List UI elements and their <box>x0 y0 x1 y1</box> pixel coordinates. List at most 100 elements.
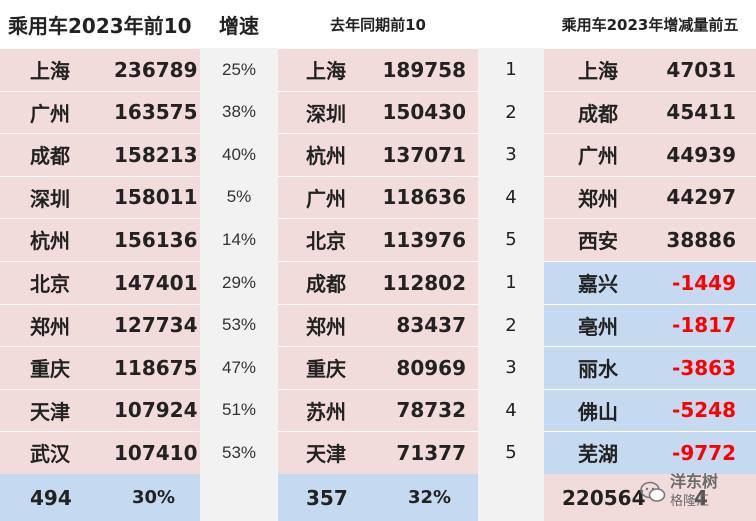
left-value: 156136 <box>114 227 198 252</box>
growth-cell: 40% <box>200 133 278 176</box>
left-row: 武汉 107410 <box>0 431 200 474</box>
mid-row: 深圳 150430 <box>278 91 478 133</box>
rank-value: 2 <box>505 101 517 123</box>
header-col3-text: 去年同期前10 <box>330 15 426 34</box>
right-value: -9772 <box>672 440 736 465</box>
mid-row: 广州 118636 <box>278 176 478 218</box>
left-row: 广州 163575 <box>0 91 200 133</box>
right-value: 47031 <box>666 57 736 82</box>
growth-value: 40% <box>221 144 257 164</box>
rank-cell: 5 <box>478 218 544 261</box>
rank-value: 5 <box>505 442 517 463</box>
mid-value: 113976 <box>382 227 467 252</box>
row-divider <box>544 304 756 305</box>
left-row: 深圳 158011 <box>0 176 200 218</box>
growth-value: 53% <box>221 315 257 334</box>
totals-mid: 357 32% <box>278 474 478 521</box>
growth-value: 25% <box>221 59 257 79</box>
watermark-line1: 洋东树 <box>670 472 719 491</box>
rank-value: 5 <box>505 229 517 250</box>
left-value: 163575 <box>114 100 198 124</box>
left-row: 杭州 156136 <box>0 218 200 261</box>
rank-cell: 5 <box>478 431 544 474</box>
right-value: 44297 <box>666 185 736 209</box>
wechat-icon <box>640 481 666 502</box>
rank-value: 1 <box>505 272 517 293</box>
left-city: 武汉 <box>30 442 70 466</box>
row-divider <box>544 176 756 177</box>
right-city: 嘉兴 <box>578 272 618 296</box>
rank-cell: 1 <box>478 48 544 91</box>
growth-cell: 38% <box>200 91 278 133</box>
right-city: 上海 <box>578 59 618 83</box>
growth-cell: 47% <box>200 346 278 389</box>
rank-cell: 3 <box>478 346 544 389</box>
spreadsheet: 乘用车2023年前10 增速 去年同期前10 乘用车2023年增减量前五 上海 … <box>0 0 756 521</box>
header-col1: 乘用车2023年前10 <box>0 0 200 48</box>
growth-value: 14% <box>221 229 257 249</box>
right-city: 丽水 <box>578 357 618 381</box>
right-row: 上海 47031 <box>544 48 756 91</box>
left-value: 236789 <box>114 57 198 82</box>
right-value: -5248 <box>672 398 736 422</box>
totals-growth-empty <box>200 474 278 521</box>
totals-rank-empty <box>478 474 544 521</box>
right-value: -1817 <box>672 313 736 337</box>
growth-cell: 14% <box>200 218 278 261</box>
mid-city: 广州 <box>306 186 346 211</box>
mid-row: 天津 71377 <box>278 431 478 474</box>
header-col2-text: 增速 <box>219 13 259 38</box>
mid-value: 78732 <box>396 398 466 422</box>
totals-left-pct: 30% <box>132 487 176 508</box>
mid-row: 重庆 80969 <box>278 346 478 389</box>
rank-cell: 4 <box>478 389 544 431</box>
growth-cell: 29% <box>200 261 278 304</box>
right-row: 郑州 44297 <box>544 176 756 218</box>
left-row: 上海 236789 <box>0 48 200 91</box>
row-divider <box>544 48 756 49</box>
right-row: 芜湖 -9772 <box>544 431 756 474</box>
rank-value: 3 <box>505 357 517 378</box>
right-city: 芜湖 <box>578 442 618 466</box>
totals-right-value: 220564 <box>562 485 646 510</box>
row-divider <box>544 91 756 92</box>
growth-value: 51% <box>221 400 257 419</box>
mid-row: 北京 113976 <box>278 218 478 261</box>
mid-row: 苏州 78732 <box>278 389 478 431</box>
row-divider <box>544 261 756 262</box>
left-city: 郑州 <box>30 314 70 339</box>
left-value: 127734 <box>114 313 198 337</box>
left-city: 天津 <box>30 399 70 424</box>
row-divider <box>0 261 200 262</box>
header-rank <box>478 0 544 48</box>
right-city: 广州 <box>578 144 618 168</box>
left-row: 郑州 127734 <box>0 304 200 346</box>
growth-value: 53% <box>221 442 257 462</box>
left-value: 107410 <box>114 440 198 465</box>
row-divider <box>278 431 478 432</box>
mid-value: 83437 <box>396 313 466 337</box>
totals-mid-value: 357 <box>306 485 348 510</box>
rank-value: 1 <box>505 59 517 80</box>
row-divider <box>278 304 478 305</box>
rank-cell: 2 <box>478 304 544 346</box>
right-city: 郑州 <box>578 186 618 211</box>
mid-city: 杭州 <box>306 144 346 168</box>
mid-city: 天津 <box>306 442 346 466</box>
row-divider <box>544 431 756 432</box>
row-divider <box>0 218 200 219</box>
row-divider <box>278 176 478 177</box>
rank-value: 4 <box>505 399 517 421</box>
mid-city: 上海 <box>306 59 346 83</box>
growth-cell: 53% <box>200 304 278 346</box>
right-row: 亳州 -1817 <box>544 304 756 346</box>
left-value: 158011 <box>114 185 198 209</box>
mid-value: 189758 <box>382 57 467 82</box>
rank-cell: 3 <box>478 133 544 176</box>
right-row: 佛山 -5248 <box>544 389 756 431</box>
mid-city: 成都 <box>306 272 346 296</box>
row-divider <box>544 346 756 347</box>
right-city: 西安 <box>578 229 618 253</box>
growth-cell: 53% <box>200 431 278 474</box>
left-row: 重庆 118675 <box>0 346 200 389</box>
